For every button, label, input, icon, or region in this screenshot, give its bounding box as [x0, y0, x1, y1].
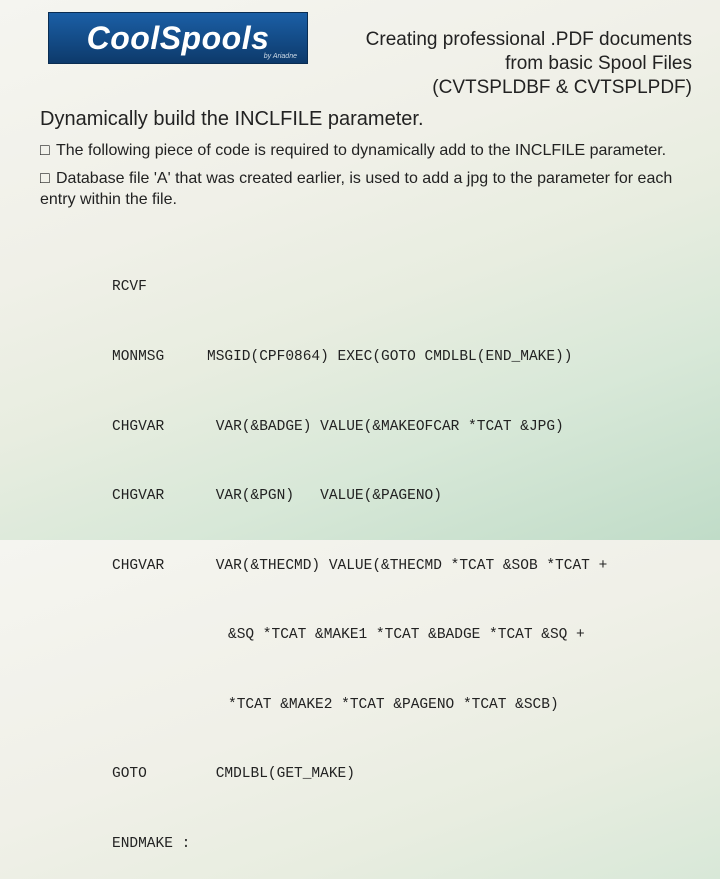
- bullet-text: Database file 'A' that was created earli…: [40, 170, 672, 209]
- bullet-text: The following piece of code is required …: [56, 142, 666, 159]
- code-arg: MSGID(CPF0864) EXEC(GOTO CMDLBL(END_MAKE…: [207, 346, 572, 369]
- code-cmd: ENDMAKE :: [112, 833, 207, 856]
- code-cmd: CHGVAR: [112, 485, 207, 508]
- logo-text: CoolSpools: [87, 20, 270, 57]
- bullet-icon: □: [40, 168, 56, 190]
- title-line-3: (CVTSPLDBF & CVTSPLPDF): [366, 76, 692, 100]
- code-arg: *TCAT &MAKE2 *TCAT &PAGENO *TCAT &SCB): [228, 694, 559, 717]
- bullet-list: □The following piece of code is required…: [40, 140, 692, 217]
- bullet-icon: □: [40, 140, 56, 162]
- title-line-1: Creating professional .PDF documents: [366, 28, 692, 52]
- bullet-item: □Database file 'A' that was created earl…: [40, 168, 692, 211]
- code-line: CHGVAR VAR(&THECMD) VALUE(&THECMD *TCAT …: [112, 555, 607, 578]
- code-arg: VAR(&THECMD) VALUE(&THECMD *TCAT &SOB *T…: [207, 555, 607, 578]
- code-arg: VAR(&PGN) VALUE(&PAGENO): [207, 485, 442, 508]
- code-line-cont: &SQ *TCAT &MAKE1 *TCAT &BADGE *TCAT &SQ …: [112, 624, 607, 647]
- code-cmd: MONMSG: [112, 346, 207, 369]
- code-line-cont: *TCAT &MAKE2 *TCAT &PAGENO *TCAT &SCB): [112, 694, 607, 717]
- logo-part2: Spools: [160, 20, 270, 56]
- code-arg: VAR(&BADGE) VALUE(&MAKEOFCAR *TCAT &JPG): [207, 416, 564, 439]
- section-heading: Dynamically build the INCLFILE parameter…: [40, 108, 424, 131]
- code-line: CHGVAR VAR(&BADGE) VALUE(&MAKEOFCAR *TCA…: [112, 416, 607, 439]
- logo-subtext: by Ariadne: [264, 53, 297, 60]
- code-cmd: GOTO: [112, 763, 207, 786]
- code-cmd: CHGVAR: [112, 555, 207, 578]
- bullet-item: □The following piece of code is required…: [40, 140, 692, 162]
- logo-part1: Cool: [87, 20, 160, 56]
- code-cmd: RCVF: [112, 276, 207, 299]
- code-line: RCVF: [112, 276, 607, 299]
- code-line: MONMSGMSGID(CPF0864) EXEC(GOTO CMDLBL(EN…: [112, 346, 607, 369]
- code-line: ENDMAKE :: [112, 833, 607, 856]
- code-line: CHGVAR VAR(&PGN) VALUE(&PAGENO): [112, 485, 607, 508]
- title-line-2: from basic Spool Files: [366, 52, 692, 76]
- code-arg: CMDLBL(GET_MAKE): [207, 763, 355, 786]
- code-arg: &SQ *TCAT &MAKE1 *TCAT &BADGE *TCAT &SQ …: [228, 624, 585, 647]
- slide-title: Creating professional .PDF documents fro…: [366, 28, 692, 99]
- code-block: RCVF MONMSGMSGID(CPF0864) EXEC(GOTO CMDL…: [112, 230, 607, 879]
- code-cmd: CHGVAR: [112, 416, 207, 439]
- code-line: GOTO CMDLBL(GET_MAKE): [112, 763, 607, 786]
- logo-badge: CoolSpools by Ariadne: [48, 12, 308, 64]
